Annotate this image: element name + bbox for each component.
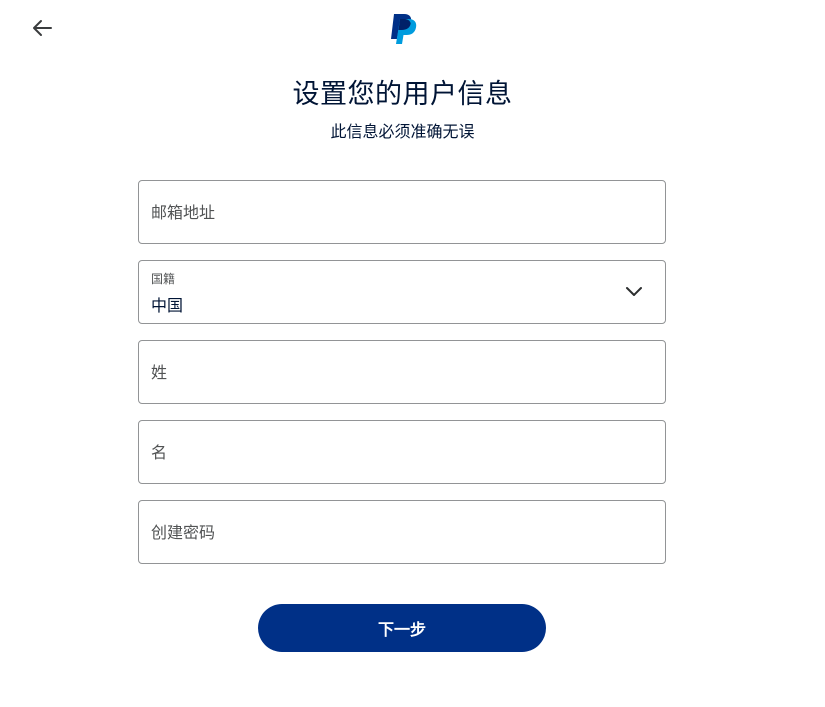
nationality-value: 中国 bbox=[151, 296, 184, 315]
email-input[interactable] bbox=[139, 181, 665, 243]
last-name-input[interactable] bbox=[139, 341, 665, 403]
first-name-field[interactable] bbox=[138, 420, 666, 484]
arrow-left-icon bbox=[33, 20, 52, 36]
first-name-input[interactable] bbox=[139, 421, 665, 483]
last-name-field[interactable] bbox=[138, 340, 666, 404]
signup-page: 设置您的用户信息 此信息必须准确无误 国籍 中国 下一步 bbox=[0, 0, 825, 707]
email-field[interactable] bbox=[138, 180, 666, 244]
paypal-logo-icon bbox=[391, 14, 417, 44]
chevron-down-icon bbox=[626, 287, 642, 296]
next-button[interactable]: 下一步 bbox=[258, 604, 546, 652]
password-field[interactable] bbox=[138, 500, 666, 564]
back-button[interactable] bbox=[28, 14, 56, 42]
nationality-select[interactable]: 国籍 中国 bbox=[138, 260, 666, 324]
page-subtitle: 此信息必须准确无误 bbox=[330, 122, 475, 141]
nationality-label: 国籍 bbox=[151, 272, 176, 286]
page-title: 设置您的用户信息 bbox=[292, 79, 513, 110]
password-input[interactable] bbox=[139, 501, 665, 563]
